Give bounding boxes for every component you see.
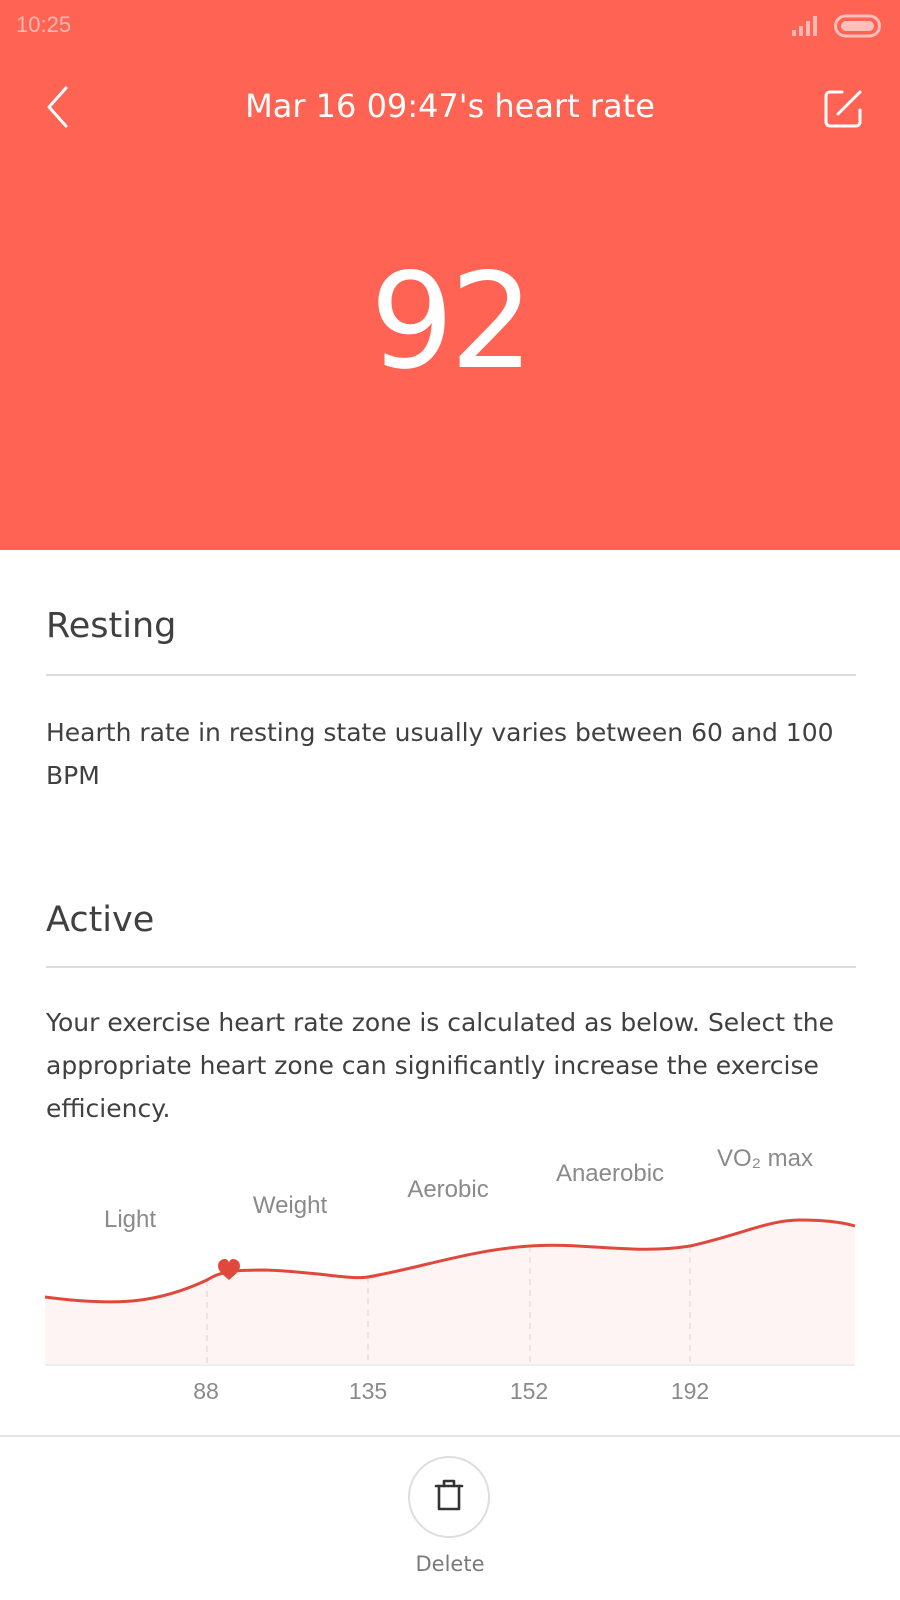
active-divider: [46, 966, 856, 968]
boundary-label-152: 152: [510, 1378, 548, 1404]
status-bar: 10:25: [0, 0, 900, 52]
resting-description: Hearth rate in resting state usually var…: [46, 718, 834, 790]
resting-title: Resting: [46, 606, 177, 646]
trash-icon: [434, 1479, 464, 1511]
resting-divider: [46, 674, 856, 676]
delete-label: Delete: [415, 1552, 485, 1576]
page-title: Mar 16 09:47's heart rate: [245, 87, 655, 125]
boundary-label-192: 192: [671, 1378, 709, 1404]
signal-icon: [792, 16, 817, 36]
status-time: 10:25: [16, 12, 72, 37]
battery-icon: [834, 14, 881, 38]
zone-label-vo2max: VO₂ max: [717, 1145, 813, 1172]
active-description: Your exercise heart rate zone is calcula…: [46, 1008, 835, 1123]
zone-label-weight: Weight: [253, 1192, 328, 1219]
edit-icon: [824, 90, 862, 128]
delete-button[interactable]: [408, 1456, 490, 1538]
header: 10:25 Mar 16 09:47's heart rate 92: [0, 0, 900, 550]
zone-label-light: Light: [104, 1206, 156, 1233]
heart-rate-value: 92: [370, 245, 534, 399]
boundary-label-135: 135: [349, 1378, 387, 1404]
heart-zone-chart: Light Weight Aerobic Anaerobic VO₂ max 8…: [44, 1145, 856, 1404]
active-title: Active: [46, 900, 155, 940]
zone-label-anaerobic: Anaerobic: [556, 1160, 664, 1187]
zone-label-aerobic: Aerobic: [407, 1176, 488, 1203]
chart-area-fill: [45, 1220, 855, 1365]
edit-button[interactable]: [822, 88, 864, 130]
footer-divider: [0, 1435, 900, 1437]
boundary-label-88: 88: [193, 1378, 219, 1404]
